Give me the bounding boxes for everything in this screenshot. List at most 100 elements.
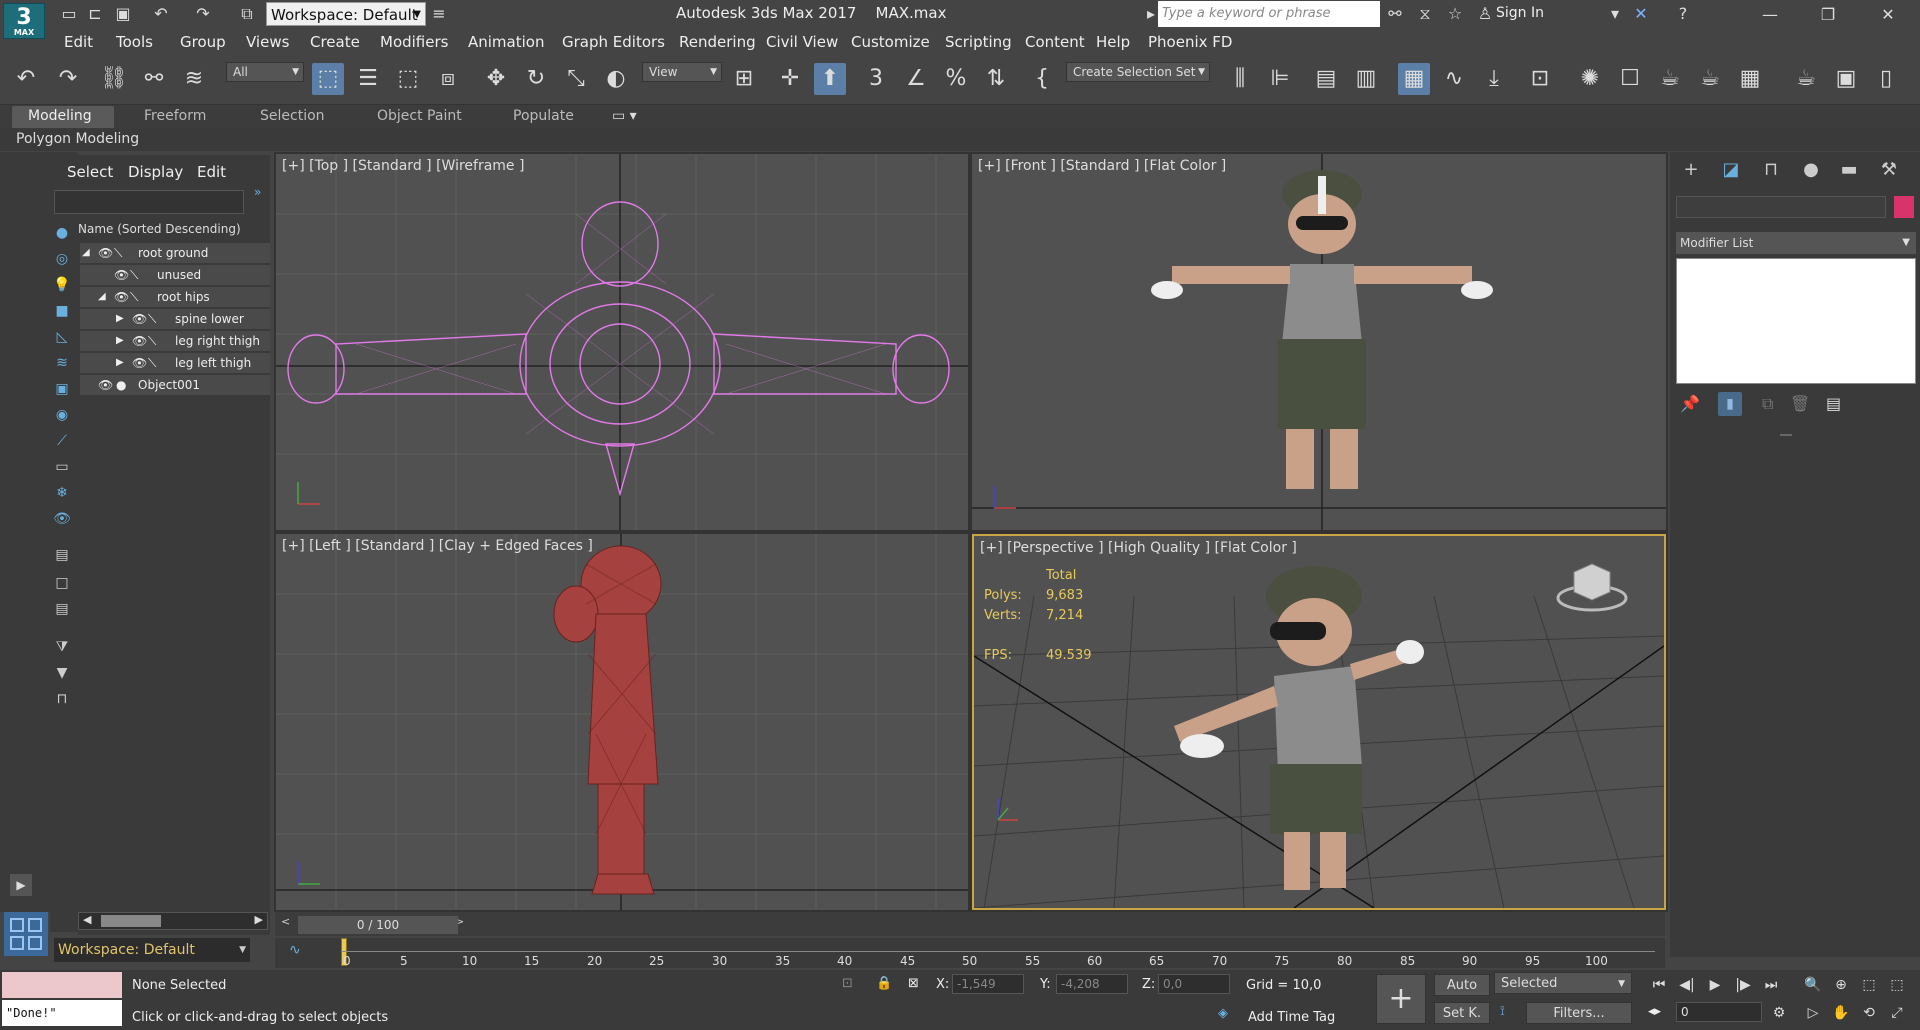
panel-resize-grip[interactable]: [1780, 434, 1792, 436]
menu-modifiers[interactable]: Modifiers: [380, 33, 448, 51]
set-key-icon[interactable]: +: [1376, 974, 1426, 1024]
x-coordinate-field[interactable]: -1,549: [952, 974, 1024, 994]
curve-editor-mini-icon[interactable]: ∿: [289, 942, 301, 958]
new-file-icon[interactable]: ▭: [58, 4, 80, 24]
menu-views[interactable]: Views: [246, 33, 289, 51]
y-coordinate-field[interactable]: -4,208: [1056, 974, 1128, 994]
display-bones-icon[interactable]: ⟋: [50, 430, 74, 452]
menu-graph-editors[interactable]: Graph Editors: [562, 33, 665, 51]
key-filter-dropdown[interactable]: Selected ▼: [1494, 972, 1632, 994]
percent-snap-icon[interactable]: %: [940, 63, 972, 95]
explorer-tab-edit[interactable]: Edit: [197, 163, 226, 181]
display-tab-icon[interactable]: ▬: [1836, 158, 1862, 182]
undo-icon[interactable]: ↶: [10, 63, 42, 95]
next-frame-icon[interactable]: |▶: [1730, 974, 1756, 996]
track-bar[interactable]: ∿ 0 5 10 15 20 25 30 35 40 45 50 55 60 6…: [275, 938, 1665, 968]
chevron-right-icon[interactable]: ▶: [116, 353, 124, 373]
chevron-down-icon[interactable]: ◢: [98, 287, 106, 307]
viewport-label-left[interactable]: [+] [Left ] [Standard ] [Clay + Edged Fa…: [282, 538, 593, 554]
remove-modifier-icon[interactable]: 🗑: [1790, 394, 1810, 413]
current-frame-field[interactable]: 0: [1676, 1002, 1762, 1022]
keyboard-shortcut-override-icon[interactable]: ⬆: [814, 63, 846, 95]
tab-freeform[interactable]: Freeform: [144, 108, 206, 124]
previous-frame-icon[interactable]: ◀|: [1674, 974, 1700, 996]
viewport-label-top[interactable]: [+] [Top ] [Standard ] [Wireframe ]: [282, 158, 524, 174]
set-key-button[interactable]: Set K.: [1434, 1002, 1490, 1024]
move-icon[interactable]: ✥: [480, 63, 512, 95]
z-coordinate-field[interactable]: 0,0: [1158, 974, 1230, 994]
display-none-icon[interactable]: □: [50, 572, 74, 594]
zoom-all-icon[interactable]: ⊕: [1828, 974, 1854, 996]
open-file-icon[interactable]: ⊏: [84, 4, 106, 24]
display-groups-icon[interactable]: ▣: [50, 378, 74, 400]
render-production-icon[interactable]: ☕: [1694, 63, 1726, 95]
explorer-collapse-icon[interactable]: »: [254, 185, 261, 199]
show-end-result-icon[interactable]: ▮: [1718, 392, 1742, 416]
go-to-end-icon[interactable]: ⏭: [1758, 974, 1784, 996]
menu-edit[interactable]: Edit: [64, 33, 93, 51]
object-color-swatch[interactable]: [1894, 196, 1914, 218]
motion-tab-icon[interactable]: ●: [1798, 158, 1824, 182]
create-tab-icon[interactable]: +: [1678, 158, 1704, 182]
redo-icon[interactable]: ↷: [52, 63, 84, 95]
chevron-down-icon[interactable]: ▾: [1604, 4, 1626, 24]
object-name-field[interactable]: [1676, 196, 1886, 218]
scrollbar-thumb[interactable]: [101, 915, 161, 927]
eye-icon[interactable]: 👁: [114, 265, 129, 285]
absolute-mode-icon[interactable]: ⊠: [908, 976, 919, 991]
expand-arrow-icon[interactable]: ▶: [10, 874, 32, 896]
viewport-label-perspective[interactable]: [+] [Perspective ] [High Quality ] [Flat…: [980, 540, 1297, 556]
close-button[interactable]: ✕: [1860, 0, 1916, 29]
pivot-center-icon[interactable]: ⊞: [728, 63, 760, 95]
sign-in-link[interactable]: Sign In: [1496, 5, 1544, 21]
rendered-frame-window-icon[interactable]: ☕: [1654, 63, 1686, 95]
window-crossing-icon[interactable]: ⧈: [432, 63, 464, 95]
communication-icon[interactable]: ⧖: [1414, 4, 1436, 24]
undo-icon[interactable]: ↶: [150, 4, 172, 24]
select-by-name-icon[interactable]: ☰: [352, 63, 384, 95]
material-editor-icon[interactable]: ✺: [1574, 63, 1606, 95]
ribbon-options-icon[interactable]: ▭ ▾: [612, 108, 637, 124]
link-icon[interactable]: ⛓: [98, 63, 130, 95]
rotate-icon[interactable]: ↻: [520, 63, 552, 95]
display-shapes-icon[interactable]: ◎: [50, 248, 74, 270]
reference-coordinate-dropdown[interactable]: View ▼: [642, 62, 722, 82]
render-window-icon[interactable]: ▣: [1830, 63, 1862, 95]
time-slider[interactable]: 0 / 100: [298, 916, 458, 934]
viewcube-icon[interactable]: [1556, 563, 1628, 612]
menu-scripting[interactable]: Scripting: [945, 33, 1012, 51]
modifier-list-dropdown[interactable]: Modifier List ▼: [1676, 232, 1916, 254]
curve-editor-icon[interactable]: ∿: [1438, 63, 1470, 95]
project-folder-icon[interactable]: ⧉: [236, 4, 258, 24]
maxscript-listener-output[interactable]: "Done!": [2, 1000, 122, 1026]
chevron-left-icon[interactable]: <: [281, 915, 290, 928]
utilities-tab-icon[interactable]: ⚒: [1876, 158, 1902, 182]
modifier-stack[interactable]: [1676, 258, 1916, 384]
list-item[interactable]: 👁 ● Object001: [80, 375, 270, 395]
funnel-icon[interactable]: ▼: [50, 662, 74, 684]
teapot-render-icon[interactable]: ☕: [1790, 63, 1822, 95]
rectangular-selection-icon[interactable]: ⬚: [392, 63, 424, 95]
menu-create[interactable]: Create: [310, 33, 360, 51]
time-configuration-icon[interactable]: ⚙: [1766, 1002, 1792, 1024]
place-icon[interactable]: ◐: [600, 63, 632, 95]
user-icon[interactable]: ♙: [1474, 4, 1496, 24]
display-geometry-icon[interactable]: ●: [50, 222, 74, 244]
bind-space-warp-icon[interactable]: ≋: [178, 63, 210, 95]
eye-icon[interactable]: 👁: [132, 309, 147, 329]
toggle-ribbon-icon[interactable]: ▥: [1350, 63, 1382, 95]
auto-key-button[interactable]: Auto: [1434, 974, 1490, 996]
viewport-left[interactable]: [+] [Left ] [Standard ] [Clay + Edged Fa…: [276, 534, 968, 910]
invert-display-icon[interactable]: ▤: [50, 598, 74, 620]
make-unique-icon[interactable]: ⧉: [1762, 394, 1773, 414]
eye-icon[interactable]: 👁: [98, 375, 113, 395]
chevron-left-icon[interactable]: ◀: [83, 913, 91, 926]
hierarchy-tab-icon[interactable]: ⊓: [1758, 158, 1784, 182]
binoculars-icon[interactable]: ⚯: [1384, 4, 1406, 24]
display-cameras-icon[interactable]: ■: [50, 300, 74, 322]
eye-icon[interactable]: 👁: [98, 243, 113, 263]
modify-tab-icon[interactable]: ◪: [1718, 158, 1744, 182]
schematic-view-icon[interactable]: ⊡: [1524, 63, 1556, 95]
menu-content[interactable]: Content: [1025, 33, 1085, 51]
list-item[interactable]: ▶ 👁 ⟍ spine lower: [80, 309, 270, 329]
